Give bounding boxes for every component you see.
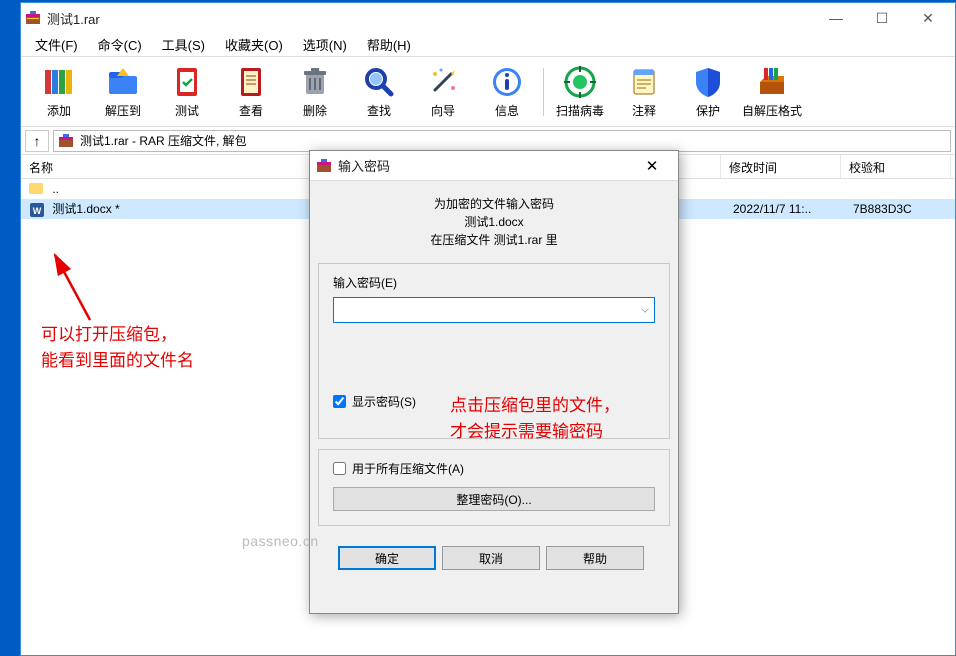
annotation-left: 可以打开压缩包， 能看到里面的文件名 bbox=[41, 322, 194, 374]
titlebar: 测试1.rar — ☐ ✕ bbox=[21, 3, 955, 33]
info-button[interactable]: 信息 bbox=[475, 60, 539, 124]
menu-help[interactable]: 帮助(H) bbox=[357, 32, 421, 57]
delete-button[interactable]: 删除 bbox=[283, 60, 347, 124]
window-controls: — ☐ ✕ bbox=[813, 3, 951, 33]
dialog-close-button[interactable]: ✕ bbox=[632, 153, 672, 179]
add-button[interactable]: 添加 bbox=[27, 60, 91, 124]
wizard-button[interactable]: 向导 bbox=[411, 60, 475, 124]
watermark: passneo.cn bbox=[242, 533, 319, 549]
menu-favorites[interactable]: 收藏夹(O) bbox=[215, 32, 293, 57]
toolbar-label: 测试 bbox=[175, 102, 199, 119]
cancel-button[interactable]: 取消 bbox=[442, 546, 540, 570]
file-name: .. bbox=[52, 182, 59, 196]
box-books-icon bbox=[754, 64, 790, 100]
view-button[interactable]: 查看 bbox=[219, 60, 283, 124]
svg-text:W: W bbox=[33, 206, 42, 216]
show-password-checkbox[interactable] bbox=[333, 395, 346, 408]
menu-command[interactable]: 命令(C) bbox=[88, 32, 152, 57]
books-stack-icon bbox=[41, 64, 77, 100]
menubar: 文件(F) 命令(C) 工具(S) 收藏夹(O) 选项(N) 帮助(H) bbox=[21, 33, 955, 57]
toolbar-label: 查找 bbox=[367, 102, 391, 119]
scan-button[interactable]: 扫描病毒 bbox=[548, 60, 612, 124]
archive-icon bbox=[58, 133, 74, 149]
sfx-button[interactable]: 自解压格式 bbox=[740, 60, 804, 124]
dialog-title: 输入密码 bbox=[338, 156, 632, 175]
toolbar-separator bbox=[543, 68, 544, 116]
winrar-icon bbox=[25, 10, 41, 26]
file-checksum: 7B883D3C bbox=[845, 200, 955, 218]
clipboard-check-icon bbox=[169, 64, 205, 100]
toolbar-label: 向导 bbox=[431, 102, 455, 119]
ok-button[interactable]: 确定 bbox=[338, 546, 436, 570]
find-button[interactable]: 查找 bbox=[347, 60, 411, 124]
menu-tools[interactable]: 工具(S) bbox=[152, 32, 215, 57]
comment-button[interactable]: 注释 bbox=[612, 60, 676, 124]
toolbar-label: 扫描病毒 bbox=[556, 102, 604, 119]
all-archives-label: 用于所有压缩文件(A) bbox=[352, 460, 464, 477]
up-button[interactable]: ↑ bbox=[25, 130, 49, 152]
toolbar-label: 解压到 bbox=[105, 102, 141, 119]
wand-icon bbox=[425, 64, 461, 100]
winrar-icon bbox=[316, 158, 332, 174]
all-archives-checkbox[interactable] bbox=[333, 462, 346, 475]
menu-options[interactable]: 选项(N) bbox=[293, 32, 357, 57]
dialog-titlebar: 输入密码 ✕ bbox=[310, 151, 678, 181]
help-button[interactable]: 帮助 bbox=[546, 546, 644, 570]
toolbar-label: 注释 bbox=[632, 102, 656, 119]
dialog-body: 为加密的文件输入密码 测试1.docx 在压缩文件 测试1.rar 里 输入密码… bbox=[310, 181, 678, 584]
show-password-label: 显示密码(S) bbox=[352, 393, 416, 410]
trash-icon bbox=[297, 64, 333, 100]
toolbar-label: 添加 bbox=[47, 102, 71, 119]
info-icon bbox=[489, 64, 525, 100]
docx-icon: W bbox=[29, 202, 45, 218]
folder-extract-icon bbox=[105, 64, 141, 100]
folder-icon bbox=[29, 183, 43, 194]
file-name: 测试1.docx * bbox=[52, 202, 119, 216]
shield-icon bbox=[690, 64, 726, 100]
extract-button[interactable]: 解压到 bbox=[91, 60, 155, 124]
minimize-button[interactable]: — bbox=[813, 3, 859, 33]
magnifier-icon bbox=[361, 64, 397, 100]
path-text: 测试1.rar - RAR 压缩文件, 解包 bbox=[80, 132, 247, 149]
annotation-right: 点击压缩包里的文件， 才会提示需要输密码 bbox=[450, 393, 620, 445]
book-open-icon bbox=[233, 64, 269, 100]
dialog-button-row: 确定 取消 帮助 bbox=[318, 536, 670, 576]
menu-file[interactable]: 文件(F) bbox=[25, 32, 88, 57]
file-date: 2022/11/7 11:.. bbox=[725, 200, 845, 218]
dialog-archives-group: 用于所有压缩文件(A) 整理密码(O)... bbox=[318, 449, 670, 526]
column-date[interactable]: 修改时间 bbox=[721, 155, 841, 178]
virus-scan-icon bbox=[562, 64, 598, 100]
toolbar-label: 保护 bbox=[696, 102, 720, 119]
close-button[interactable]: ✕ bbox=[905, 3, 951, 33]
toolbar-label: 信息 bbox=[495, 102, 519, 119]
organize-passwords-button[interactable]: 整理密码(O)... bbox=[333, 487, 655, 511]
chevron-down-icon[interactable]: ⌵ bbox=[641, 305, 649, 316]
notepad-icon bbox=[626, 64, 662, 100]
maximize-button[interactable]: ☐ bbox=[859, 3, 905, 33]
test-button[interactable]: 测试 bbox=[155, 60, 219, 124]
column-checksum[interactable]: 校验和 bbox=[841, 155, 951, 178]
dialog-header-text: 为加密的文件输入密码 测试1.docx 在压缩文件 测试1.rar 里 bbox=[318, 195, 670, 249]
toolbar: 添加 解压到 测试 查看 删除 查找 向导 信息 bbox=[21, 57, 955, 127]
toolbar-label: 查看 bbox=[239, 102, 263, 119]
password-dialog: 输入密码 ✕ 为加密的文件输入密码 测试1.docx 在压缩文件 测试1.rar… bbox=[309, 150, 679, 614]
toolbar-label: 删除 bbox=[303, 102, 327, 119]
path-field[interactable]: 测试1.rar - RAR 压缩文件, 解包 bbox=[53, 130, 951, 152]
password-label: 输入密码(E) bbox=[333, 274, 655, 291]
window-title: 测试1.rar bbox=[47, 9, 813, 28]
password-input[interactable] bbox=[333, 297, 655, 323]
toolbar-label: 自解压格式 bbox=[742, 102, 802, 119]
protect-button[interactable]: 保护 bbox=[676, 60, 740, 124]
